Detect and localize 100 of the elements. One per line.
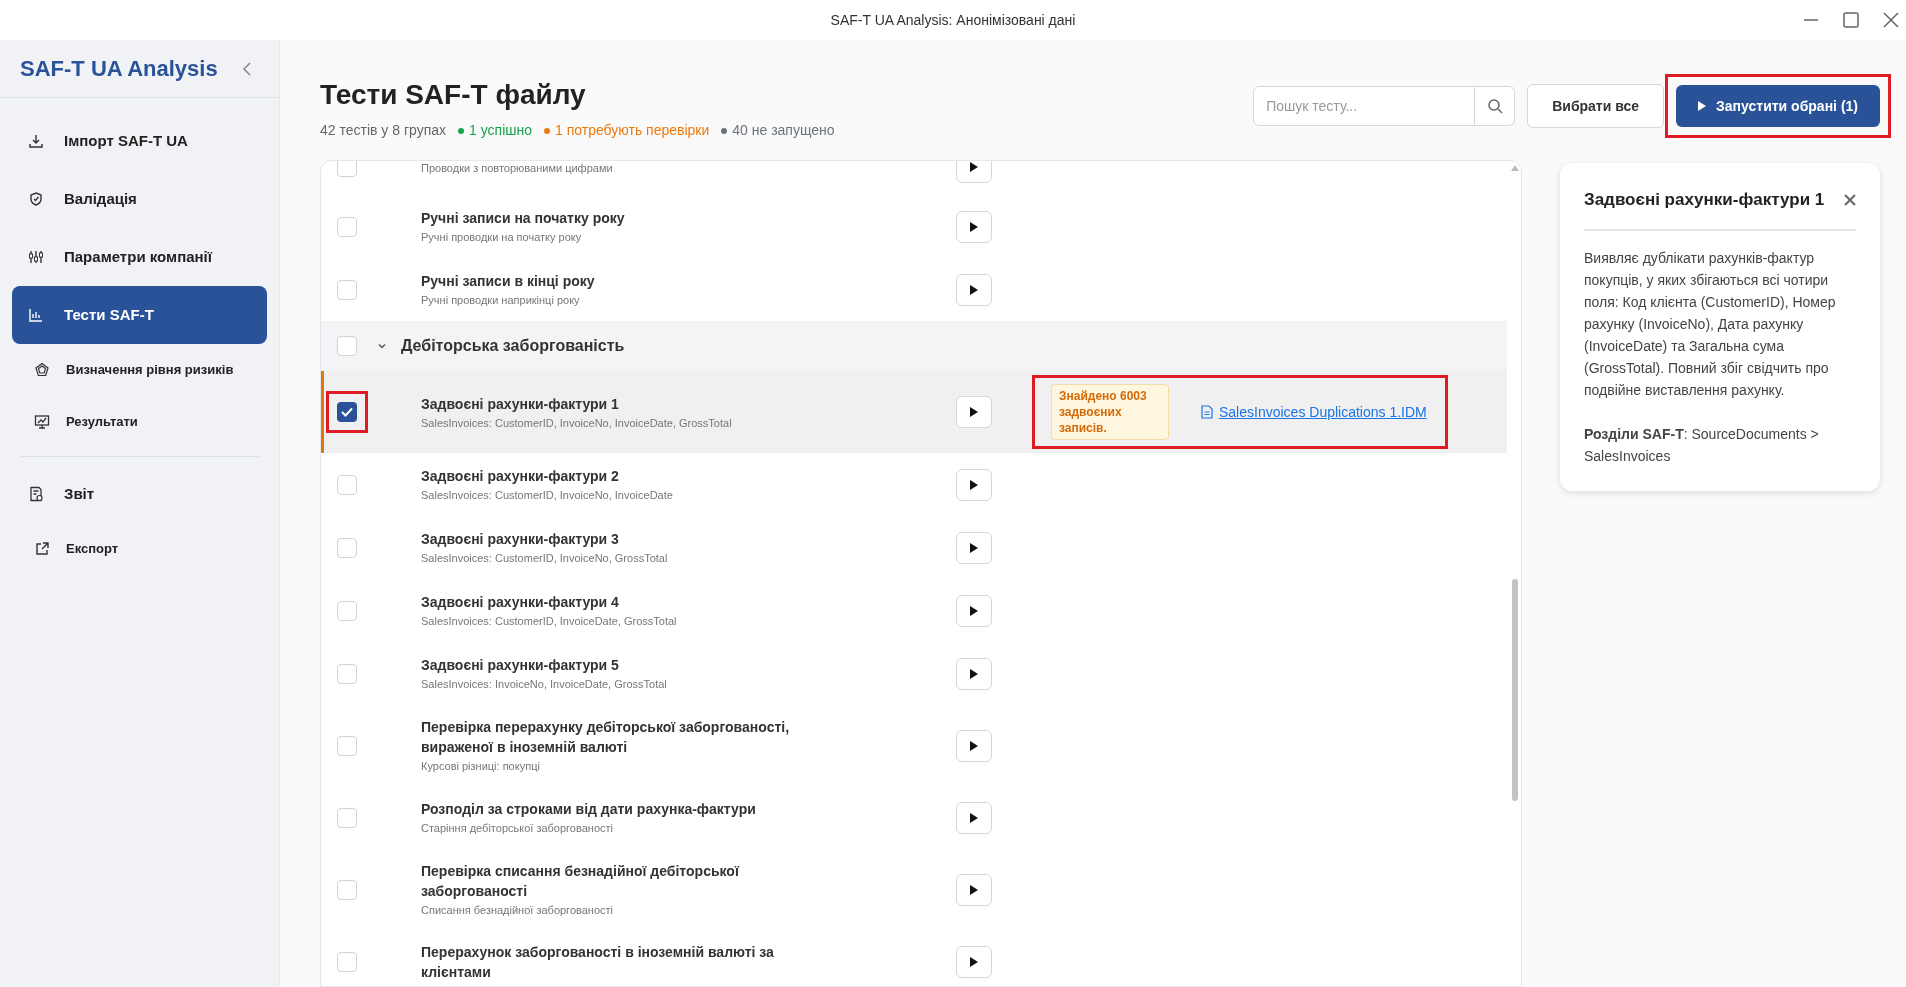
test-subtitle: SalesInvoices: InvoiceNo, InvoiceDate, GrossTotal xyxy=(421,677,668,692)
status-count: 40 не запущено xyxy=(732,121,835,140)
detail-sections: Розділи SAF-T: SourceDocuments > SalesInvoices xyxy=(1584,422,1856,467)
play-icon xyxy=(970,812,978,823)
play-icon xyxy=(970,221,978,232)
close-icon[interactable] xyxy=(1844,193,1856,206)
selected-row[interactable]: Задвоєні рахунки-фактури 1 SalesInvoices: CustomerID, InvoiceNo, InvoiceDate, GrossTotal Знайдено 6003 задвоєних записів. SalesInvoices Duplications 1.IDM xyxy=(321,371,1507,453)
play-icon xyxy=(970,479,978,490)
run-test-button[interactable] xyxy=(956,594,992,627)
chevron-icon[interactable] xyxy=(377,341,387,351)
sidebar-item[interactable]: Параметри компанії xyxy=(12,228,267,286)
checkbox[interactable] xyxy=(337,663,357,684)
play-icon xyxy=(970,162,978,172)
select-all-button[interactable]: Вибрати все xyxy=(1527,84,1665,128)
search-field[interactable]: Пошук тесту... xyxy=(1253,86,1476,126)
run-test-button[interactable] xyxy=(956,801,992,834)
test-title: Ручні записи в кінці року xyxy=(421,272,596,291)
test-subtitle: Ручні проводки на початку року xyxy=(421,230,583,245)
pentagon-icon xyxy=(34,362,50,378)
sidebar-item[interactable]: Звіт xyxy=(12,465,267,523)
status-count: 1 потребують перевірки xyxy=(555,121,710,140)
run-test-button[interactable] xyxy=(956,946,992,978)
status-count: 1 успішно xyxy=(469,121,532,140)
test-subtitle: Старіння дебіторської заборгованості xyxy=(421,821,614,836)
checkbox[interactable] xyxy=(337,402,357,422)
test-subtitle: SalesInvoices: CustomerID, InvoiceNo, InvoiceDate xyxy=(421,488,674,503)
bar-chart-icon xyxy=(28,307,44,323)
run-test-button[interactable] xyxy=(956,396,992,428)
presentation-icon xyxy=(34,414,50,430)
play-icon xyxy=(970,668,978,679)
sidebar-item[interactable]: Імпорт SAF-T UA xyxy=(12,112,267,170)
test-subtitle: Ручні проводки наприкінці року xyxy=(421,293,581,308)
result-file-link[interactable]: SalesInvoices Duplications 1.IDM xyxy=(1201,401,1427,423)
sliders-icon xyxy=(28,249,44,265)
sidebar-item[interactable]: Валідація xyxy=(12,170,267,228)
sidebar-item[interactable]: Тести SAF-T xyxy=(12,286,267,344)
result-badge: Знайдено 6003 задвоєних записів. xyxy=(1051,384,1169,440)
file-icon xyxy=(1201,405,1213,419)
checkbox[interactable] xyxy=(337,600,357,621)
test-subtitle: Курсові різниці: покупці xyxy=(421,759,541,774)
test-title: Ручні записи на початку року xyxy=(421,209,626,228)
sidebar-item[interactable]: Визначення рівня ризиків xyxy=(12,344,267,396)
play-icon xyxy=(970,284,978,295)
checkbox[interactable] xyxy=(337,161,357,177)
checkbox[interactable] xyxy=(337,735,357,756)
test-title: Розподіл за строками від дати рахунка-фактури xyxy=(421,800,757,819)
check-icon xyxy=(341,407,353,417)
test-subtitle: SalesInvoices: CustomerID, InvoiceNo, GrossTotal xyxy=(421,551,669,566)
test-title: Задвоєні рахунки-фактури 1 xyxy=(421,394,620,414)
test-title: Задвоєні рахунки-фактури 2 xyxy=(421,467,620,486)
search-icon xyxy=(1486,98,1503,114)
play-icon xyxy=(970,605,978,616)
test-subtitle: Списання безнадійної заборгованості xyxy=(421,903,615,918)
play-icon xyxy=(1698,101,1707,111)
checkbox[interactable] xyxy=(337,474,357,495)
test-title: Перевірка перерахунку дебіторської заборгованості, вираженої в іноземній валюті xyxy=(421,718,791,757)
maximize-icon[interactable] xyxy=(1842,11,1860,29)
run-test-button[interactable] xyxy=(956,657,992,690)
play-icon xyxy=(970,884,978,895)
download-icon xyxy=(28,133,44,149)
run-test-button[interactable] xyxy=(956,210,992,243)
test-count: 42 тестів у 8 групах xyxy=(320,121,447,140)
external-link-icon xyxy=(34,541,50,557)
checkbox[interactable] xyxy=(337,537,357,558)
run-test-button[interactable] xyxy=(956,468,992,501)
run-test-button[interactable] xyxy=(956,873,992,906)
checkbox[interactable] xyxy=(337,807,357,828)
search-button[interactable] xyxy=(1475,86,1516,126)
test-title: Задвоєні рахунки-фактури 5 xyxy=(421,656,620,675)
group-title: Дебіторська заборгованість xyxy=(401,336,625,356)
test-title: Задвоєні рахунки-фактури 3 xyxy=(421,530,620,549)
test-title: Задвоєні рахунки-фактури 4 xyxy=(421,593,620,612)
collapse-icon[interactable] xyxy=(241,59,253,78)
sidebar-item[interactable]: Результати xyxy=(12,396,267,448)
app-logo: SAF-T UA Analysis xyxy=(20,55,218,83)
test-title: Перерахунок заборгованості в іноземній валюті за клієнтами xyxy=(421,943,775,982)
run-selected-button[interactable]: Запустити обрані (1) xyxy=(1676,85,1880,127)
checkbox[interactable] xyxy=(337,952,357,972)
play-icon xyxy=(970,407,978,417)
play-icon xyxy=(970,740,978,751)
test-subtitle: SalesInvoices: CustomerID, InvoiceNo, InvoiceDate, GrossTotal xyxy=(421,415,733,431)
shield-icon xyxy=(28,191,44,207)
checkbox[interactable] xyxy=(337,216,357,237)
checkbox[interactable] xyxy=(337,336,357,356)
test-subtitle: SalesInvoices: CustomerID, InvoiceDate, GrossTotal xyxy=(421,614,678,629)
checkbox[interactable] xyxy=(337,279,357,300)
sidebar-item[interactable]: Експорт xyxy=(12,523,267,575)
run-test-button[interactable] xyxy=(956,531,992,564)
page-title: Тести SAF-T файлу xyxy=(320,78,587,112)
scrollbar-thumb[interactable] xyxy=(1512,579,1518,801)
document-check-icon xyxy=(28,486,44,502)
close-icon[interactable] xyxy=(1882,11,1900,29)
play-icon xyxy=(970,542,978,553)
test-subtitle: Проводки з повторюваними цифрами xyxy=(421,161,614,176)
detail-title: Задвоєні рахунки-фактури 1 xyxy=(1584,189,1825,211)
play-icon xyxy=(970,957,978,967)
checkbox[interactable] xyxy=(337,879,357,900)
run-test-button[interactable] xyxy=(956,273,992,306)
run-test-button[interactable] xyxy=(956,729,992,762)
detail-description: Виявляє дублікати рахунків-фактур покупців, у яких збігаються всі чотири поля: Код клієнта (CustomerID), Номер рахунку (InvoiceNo), Дата рахунку (InvoiceDate) та Загальна сума (GrossTotal). Повний збіг свідчить про подвійне виставлення рахунку. xyxy=(1584,248,1837,400)
